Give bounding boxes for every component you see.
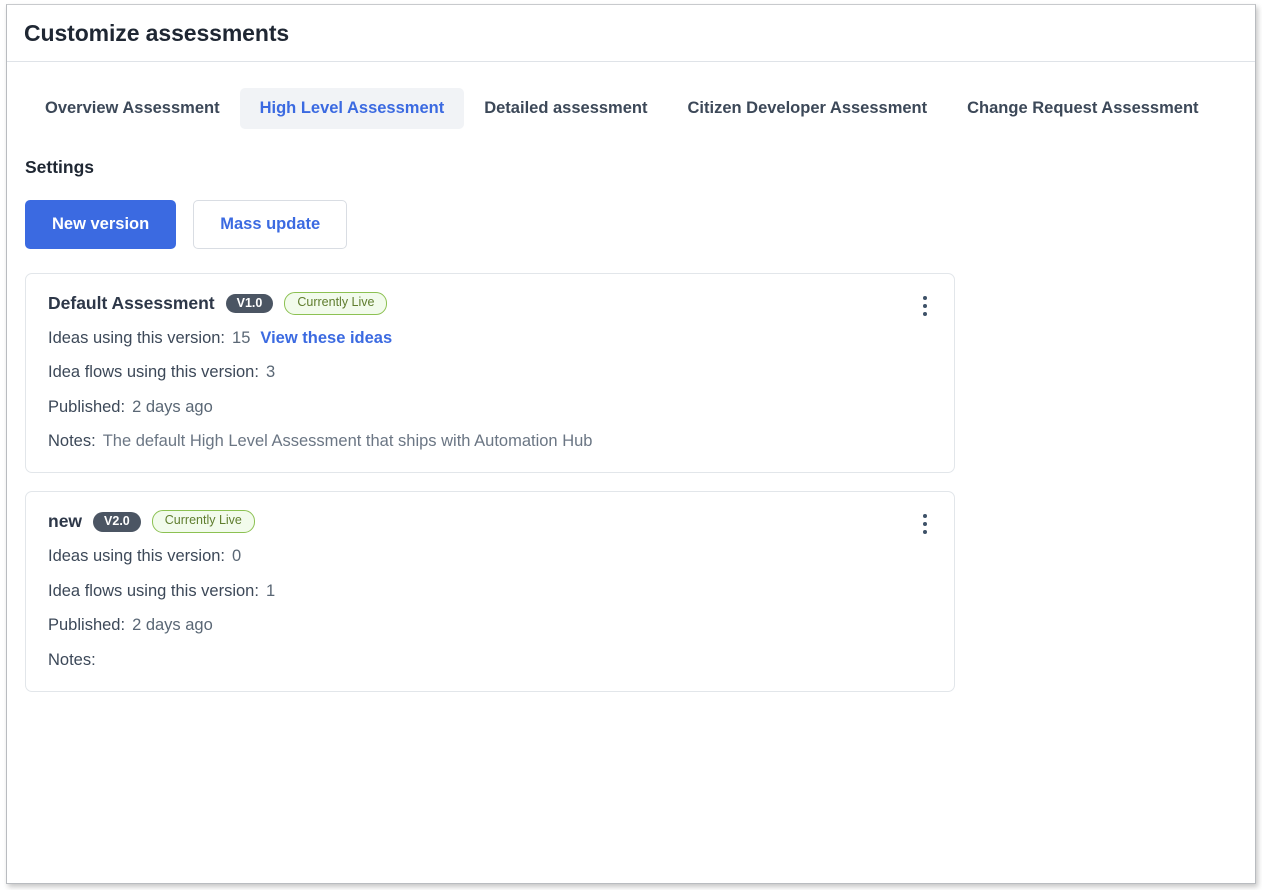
notes-row: Notes:	[48, 650, 932, 671]
version-badge: V2.0	[93, 512, 141, 532]
settings-actions: New version Mass update	[25, 199, 1255, 249]
version-card: new V2.0 Currently Live Ideas using this…	[25, 491, 955, 692]
assessment-tabs: Overview Assessment High Level Assessmen…	[7, 62, 1255, 129]
kebab-dot	[923, 311, 927, 316]
notes-label: Notes:	[48, 432, 96, 451]
version-card-header: new V2.0 Currently Live	[48, 510, 932, 534]
ideas-using-label: Ideas using this version:	[48, 547, 226, 566]
idea-flows-using-row: Idea flows using this version: 3	[48, 362, 932, 383]
mass-update-button[interactable]: Mass update	[193, 199, 348, 249]
ideas-using-row: Ideas using this version: 0	[48, 546, 932, 567]
tab-citizen-developer-assessment[interactable]: Citizen Developer Assessment	[667, 88, 947, 129]
published-value: 2 days ago	[132, 397, 213, 416]
tab-high-level-assessment[interactable]: High Level Assessment	[239, 88, 465, 129]
tab-detailed-assessment[interactable]: Detailed assessment	[464, 88, 667, 129]
idea-flows-using-label: Idea flows using this version:	[48, 363, 259, 382]
page-header: Customize assessments	[7, 5, 1255, 62]
version-card-header: Default Assessment V1.0 Currently Live	[48, 291, 932, 315]
idea-flows-using-value: 1	[265, 581, 276, 600]
idea-flows-using-label: Idea flows using this version:	[48, 581, 259, 600]
kebab-dot	[923, 530, 927, 535]
published-label: Published:	[48, 397, 126, 416]
tab-overview-assessment[interactable]: Overview Assessment	[25, 88, 240, 129]
kebab-dot	[923, 303, 927, 308]
notes-value: The default High Level Assessment that s…	[102, 432, 593, 451]
kebab-dot	[923, 514, 927, 519]
page-title: Customize assessments	[24, 19, 290, 46]
idea-flows-using-value: 3	[265, 363, 276, 382]
status-badge: Currently Live	[151, 510, 255, 534]
kebab-menu-icon[interactable]	[914, 510, 936, 538]
app-window: Customize assessments Overview Assessmen…	[6, 4, 1256, 884]
ideas-using-label: Ideas using this version:	[48, 328, 226, 347]
published-value: 2 days ago	[132, 616, 213, 635]
ideas-using-value: 15	[232, 328, 251, 347]
idea-flows-using-row: Idea flows using this version: 1	[48, 581, 932, 602]
screenshot-root: Customize assessments Overview Assessmen…	[0, 0, 1262, 890]
kebab-menu-icon[interactable]	[914, 292, 936, 320]
notes-row: Notes: The default High Level Assessment…	[48, 431, 932, 452]
published-row: Published: 2 days ago	[48, 615, 932, 636]
kebab-dot	[923, 295, 927, 300]
notes-label: Notes:	[48, 650, 96, 669]
kebab-dot	[923, 522, 927, 527]
status-badge: Currently Live	[284, 291, 388, 315]
settings-heading: Settings	[25, 156, 95, 177]
app-window-content: Customize assessments Overview Assessmen…	[7, 5, 1255, 883]
published-row: Published: 2 days ago	[48, 397, 932, 418]
version-list: Default Assessment V1.0 Currently Live I…	[25, 272, 955, 692]
view-these-ideas-link[interactable]: View these ideas	[260, 328, 392, 349]
published-label: Published:	[48, 616, 126, 635]
version-badge: V1.0	[225, 293, 274, 314]
version-card: Default Assessment V1.0 Currently Live I…	[25, 272, 955, 474]
new-version-button[interactable]: New version	[25, 199, 177, 249]
version-name: new	[48, 511, 83, 532]
version-name: Default Assessment	[48, 292, 215, 313]
tab-change-request-assessment[interactable]: Change Request Assessment	[947, 88, 1218, 129]
ideas-using-row: Ideas using this version: 15 View these …	[48, 328, 932, 349]
ideas-using-value: 0	[232, 547, 242, 566]
